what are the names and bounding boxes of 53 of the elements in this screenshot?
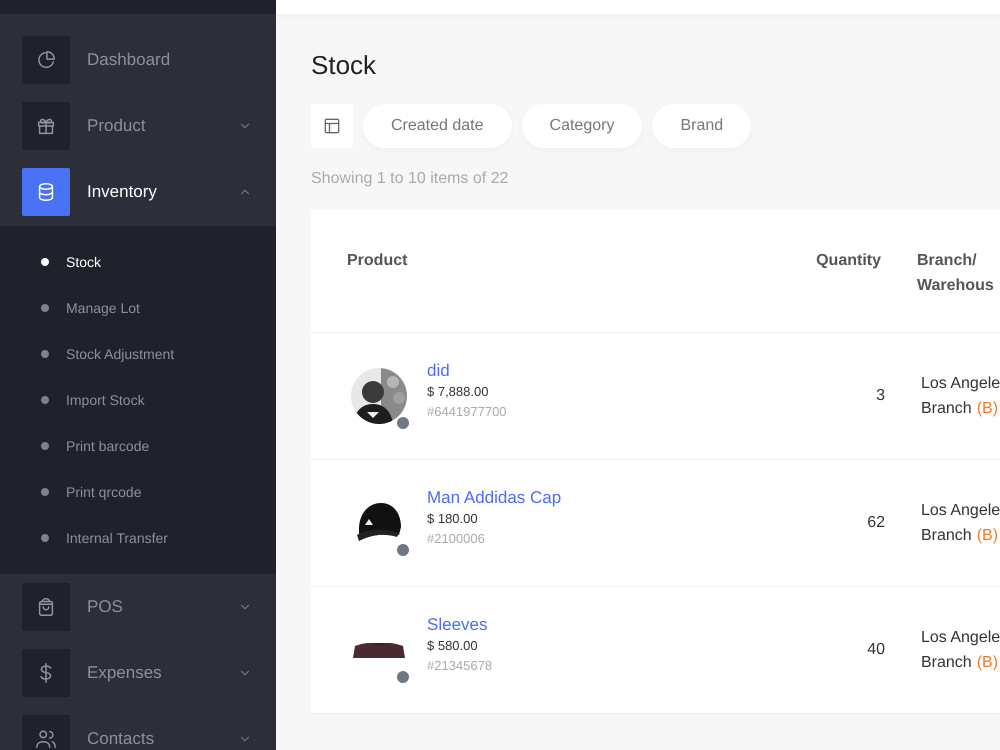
branch-name: Los Angele <box>921 375 1000 392</box>
nav-item[interactable]: Expenses <box>0 649 276 697</box>
layout-button[interactable] <box>311 104 353 148</box>
product-sku: #2100006 <box>427 530 486 548</box>
layout-icon <box>322 116 342 136</box>
product-price: $ 7,888.00 <box>427 383 490 401</box>
branch-tag: (B) <box>976 523 998 548</box>
submenu-item[interactable]: Stock <box>0 239 276 285</box>
filter-chip[interactable]: Created date <box>363 104 512 148</box>
product-link[interactable]: Man Addidas Cap <box>427 487 562 509</box>
submenu-item[interactable]: Manage Lot <box>0 285 276 331</box>
submenu-item[interactable]: Import Stock <box>0 377 276 423</box>
nav-item[interactable]: Contacts <box>0 715 276 750</box>
nav-item[interactable]: Product <box>0 102 276 150</box>
chart-pie-icon <box>22 36 70 84</box>
page-title: Stock <box>311 50 378 82</box>
status-dot <box>396 416 410 430</box>
nav-item[interactable]: Dashboard <box>0 36 276 84</box>
status-dot <box>396 670 410 684</box>
items-summary: Showing 1 to 10 items of 22 <box>311 170 510 189</box>
branch-tag: (B) <box>976 396 998 421</box>
column-header[interactable]: Product <box>311 210 797 332</box>
submenu-item[interactable]: Print barcode <box>0 423 276 469</box>
product-price: $ 180.00 <box>427 510 479 528</box>
users-icon <box>22 715 70 750</box>
branch-tag: (B) <box>976 650 998 675</box>
quantity-value: 62 <box>867 514 885 531</box>
status-dot <box>396 543 410 557</box>
product-sku: #6441977700 <box>427 403 507 421</box>
database-icon <box>22 168 70 216</box>
gift-icon <box>22 102 70 150</box>
submenu-item[interactable]: Stock Adjustment <box>0 331 276 377</box>
nav-item[interactable]: POS <box>0 583 276 631</box>
submenu-item[interactable]: Internal Transfer <box>0 515 276 561</box>
product-link[interactable]: Sleeves <box>427 614 492 636</box>
quantity-value: 40 <box>867 641 885 658</box>
dollar-icon <box>22 649 70 697</box>
product-sku: #21345678 <box>427 657 492 675</box>
branch-name: Branch <box>921 653 972 673</box>
nav-item[interactable]: Inventory <box>0 168 276 216</box>
shopping-bag-icon <box>22 583 70 631</box>
filter-chip[interactable]: Category <box>522 104 642 148</box>
branch-name: Los Angele <box>921 502 1000 519</box>
branch-name: Branch <box>921 399 972 419</box>
column-header[interactable]: Branch/ Warehous <box>881 210 1000 332</box>
product-price: $ 580.00 <box>427 637 479 655</box>
branch-name: Los Angele <box>921 629 1000 646</box>
submenu-item[interactable]: Print qrcode <box>0 469 276 515</box>
filter-chip[interactable]: Brand <box>652 104 752 148</box>
quantity-value: 3 <box>876 387 885 404</box>
product-link[interactable]: did <box>427 360 507 382</box>
column-header[interactable]: Quantity <box>797 210 881 332</box>
branch-name: Branch <box>921 526 972 546</box>
